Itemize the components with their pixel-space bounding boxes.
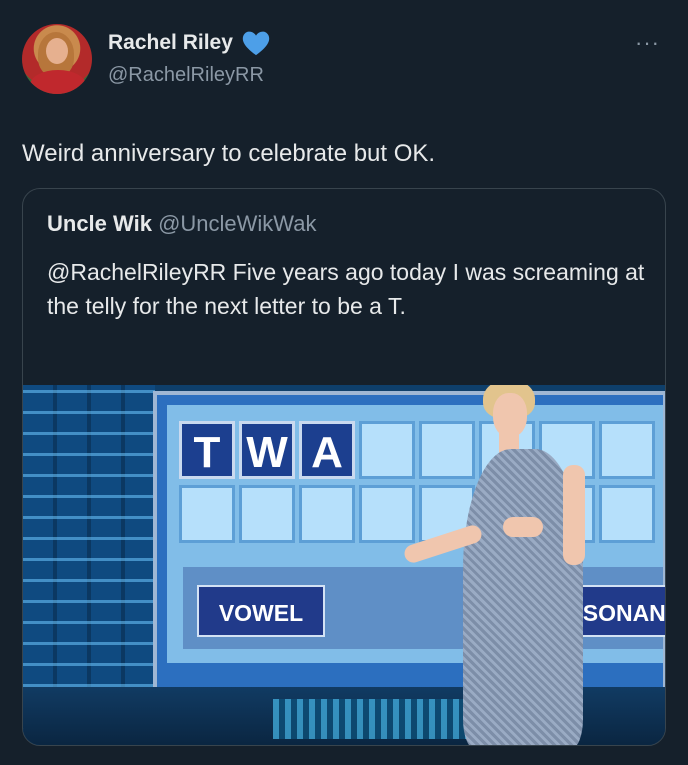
quoted-author-name: Uncle Wik — [47, 211, 152, 236]
empty-tile — [299, 485, 355, 543]
avatar-face — [46, 38, 68, 64]
presenter-arm-right — [563, 465, 585, 565]
avatar-dress — [30, 70, 86, 94]
empty-tile — [359, 421, 415, 479]
avatar[interactable] — [22, 24, 92, 94]
letter-tile: T — [179, 421, 235, 479]
quoted-media-image[interactable]: T W A VOWEL NSONANT — [23, 385, 665, 745]
quoted-text: @RachelRileyRR Five years ago today I wa… — [47, 259, 645, 319]
author-name[interactable]: Rachel Riley — [108, 31, 233, 55]
more-options-icon[interactable]: ··· — [635, 30, 660, 56]
quoted-tweet[interactable]: Uncle Wik @UncleWikWak @RachelRileyRR Fi… — [22, 188, 666, 746]
blue-heart-icon — [242, 31, 270, 56]
presenter-figure — [402, 385, 613, 745]
letter-tile: W — [239, 421, 295, 479]
empty-tile — [359, 485, 415, 543]
letter-tile: A — [299, 421, 355, 479]
quoted-author-handle: @UncleWikWak — [158, 211, 317, 236]
empty-tile — [239, 485, 295, 543]
author-handle[interactable]: @RachelRileyRR — [108, 64, 264, 87]
vowel-button: VOWEL — [197, 585, 325, 637]
presenter-hand — [503, 517, 543, 537]
quoted-header: Uncle Wik @UncleWikWak — [47, 211, 317, 237]
tweet-text: Weird anniversary to celebrate but OK. — [22, 140, 436, 167]
author-row: Rachel Riley — [108, 30, 271, 56]
empty-tile — [179, 485, 235, 543]
